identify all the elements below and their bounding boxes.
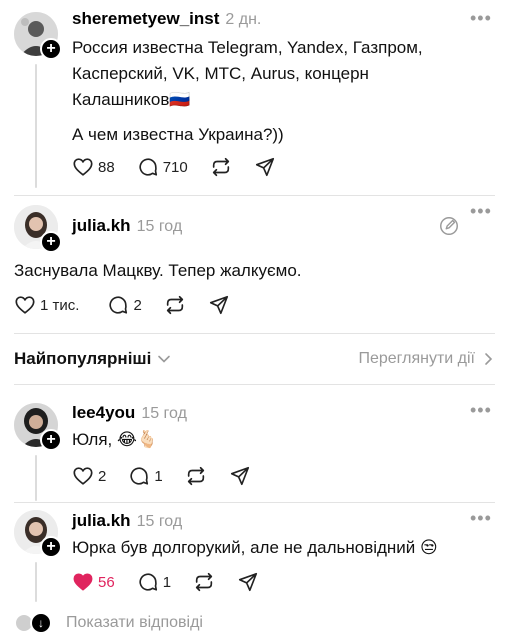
share-button[interactable] xyxy=(254,156,276,178)
heart-icon xyxy=(73,573,93,591)
post-text: Россия известна Telegram, Yandex, Газпро… xyxy=(72,35,492,113)
avatar-julia[interactable]: + xyxy=(14,205,62,253)
repost-icon xyxy=(195,572,213,592)
comment-button[interactable]: 1 xyxy=(128,465,163,487)
follow-plus-icon[interactable]: + xyxy=(40,38,62,60)
repost-button[interactable] xyxy=(210,156,232,178)
sort-label: Найпопулярніші xyxy=(14,349,152,368)
timestamp: 15 год xyxy=(141,405,187,422)
repost-button[interactable] xyxy=(164,294,186,316)
post-text-line: Калашников🇷🇺 xyxy=(72,90,191,109)
username[interactable]: julia.kh xyxy=(72,216,131,236)
like-button[interactable]: 88 xyxy=(72,156,115,178)
timestamp: 2 дн. xyxy=(225,11,262,28)
post-text-2: А чем известна Украина?)) xyxy=(72,125,284,144)
thread-line xyxy=(35,562,37,602)
heart-icon xyxy=(73,467,93,485)
post-header: sheremetyew_inst 2 дн. xyxy=(72,9,261,29)
like-count: 1 тис. xyxy=(40,296,80,314)
comment-header: lee4you 15 год xyxy=(72,403,187,423)
comment-header: julia.kh 15 год xyxy=(72,511,182,531)
show-replies-label: Показати відповіді xyxy=(66,614,203,631)
comment-icon xyxy=(130,467,149,485)
comment-text: Юрка був долгорукий, але не дальновідний… xyxy=(72,538,438,557)
repost-button[interactable] xyxy=(185,465,207,487)
more-icon[interactable]: ••• xyxy=(470,202,492,220)
comment-icon xyxy=(109,296,128,314)
username[interactable]: julia.kh xyxy=(72,511,131,531)
share-icon xyxy=(230,466,249,486)
sort-bar: Найпопулярніші Переглянути дії xyxy=(14,346,495,372)
view-activity-link[interactable]: Переглянути дії xyxy=(358,350,495,368)
share-button[interactable] xyxy=(208,294,230,316)
comment-count: 1 xyxy=(154,467,163,485)
like-count: 56 xyxy=(98,573,115,591)
repost-icon xyxy=(166,295,183,315)
view-activity-label: Переглянути дії xyxy=(358,350,475,367)
post-text-line: Касперский, VK, МТС, Aurus, концерн xyxy=(72,64,369,83)
comment-icon xyxy=(139,158,157,176)
avatar-sheremetyew[interactable]: + xyxy=(14,12,62,60)
username[interactable]: sheremetyew_inst xyxy=(72,9,219,29)
follow-plus-icon[interactable]: + xyxy=(40,536,62,558)
chevron-down-icon xyxy=(158,355,171,363)
share-button[interactable] xyxy=(229,465,251,487)
edit-icon[interactable] xyxy=(438,215,460,242)
repost-icon xyxy=(212,157,229,177)
avatar-lee4you[interactable]: + xyxy=(14,403,62,451)
more-icon[interactable]: ••• xyxy=(470,509,492,527)
share-icon xyxy=(238,572,258,592)
comment-actions: 56 1 xyxy=(72,571,281,593)
divider xyxy=(14,384,495,385)
repost-icon xyxy=(187,466,204,486)
post-header: julia.kh 15 год xyxy=(72,216,182,236)
share-icon xyxy=(255,157,274,177)
thread-line xyxy=(35,64,37,188)
post-actions: 1 тис. 2 xyxy=(14,294,252,316)
like-button[interactable]: 56 xyxy=(72,571,115,593)
like-button[interactable]: 2 xyxy=(72,465,106,487)
comment-text: Юля, 😂🫰🏻 xyxy=(72,430,159,449)
chevron-right-icon xyxy=(485,353,493,365)
follow-plus-icon[interactable]: + xyxy=(40,231,62,253)
comment-count: 710 xyxy=(162,158,188,176)
arrow-down-icon: ↓ xyxy=(30,612,52,634)
heart-icon xyxy=(15,296,35,314)
comment-count: 2 xyxy=(133,296,142,314)
post-text-line: Россия известна Telegram, Yandex, Газпро… xyxy=(72,38,423,57)
thread-line xyxy=(35,455,37,501)
timestamp: 15 год xyxy=(136,218,183,235)
reply-avatars: ↓ xyxy=(14,612,52,634)
comment-button[interactable]: 1 xyxy=(137,571,171,593)
share-button[interactable] xyxy=(237,571,259,593)
follow-plus-icon[interactable]: + xyxy=(40,429,62,451)
heart-icon xyxy=(73,158,93,176)
comment-actions: 2 1 xyxy=(72,465,273,487)
share-icon xyxy=(209,295,228,315)
more-icon[interactable]: ••• xyxy=(470,401,492,419)
post-text: Заснувала Мацкву. Тепер жалкуємо. xyxy=(14,261,302,280)
sort-dropdown[interactable]: Найпопулярніші xyxy=(14,349,171,369)
username[interactable]: lee4you xyxy=(72,403,135,423)
comment-button[interactable]: 2 xyxy=(107,294,142,316)
repost-button[interactable] xyxy=(193,571,215,593)
divider xyxy=(14,333,495,334)
like-button[interactable]: 1 тис. xyxy=(14,294,79,316)
comment-button[interactable]: 710 xyxy=(137,156,188,178)
divider xyxy=(14,195,495,196)
show-replies-row[interactable]: ↓ Показати відповіді xyxy=(14,612,203,634)
avatar-julia[interactable]: + xyxy=(14,510,62,558)
comment-icon xyxy=(139,573,157,591)
divider xyxy=(14,502,495,503)
more-icon[interactable]: ••• xyxy=(470,9,492,27)
like-count: 2 xyxy=(98,467,107,485)
like-count: 88 xyxy=(98,158,115,176)
timestamp: 15 год xyxy=(136,513,183,530)
comment-count: 1 xyxy=(162,573,172,591)
post-actions: 88 710 xyxy=(72,156,298,178)
